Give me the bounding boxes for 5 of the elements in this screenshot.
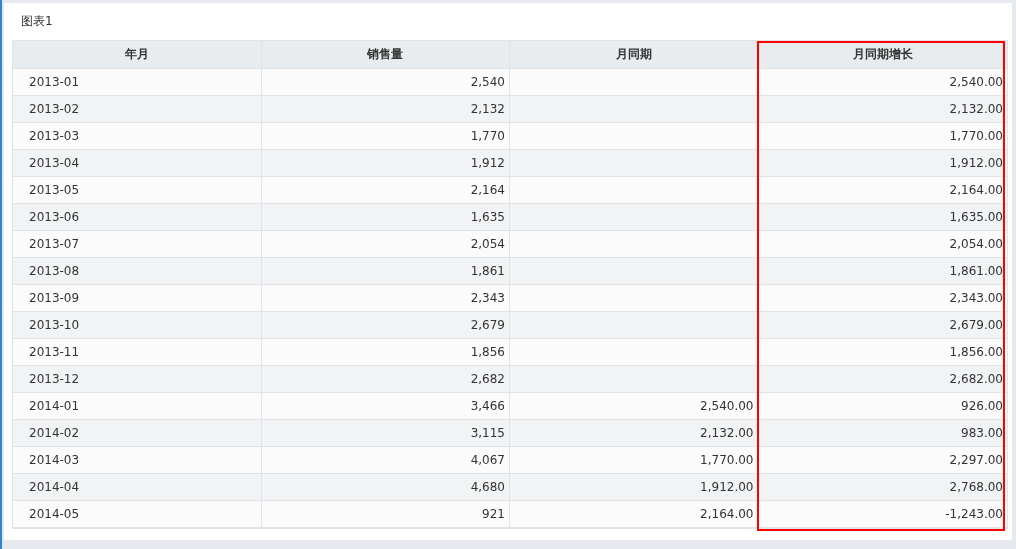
panel-title: 图表1 [21,13,53,30]
table-cell: 2,164.00 [510,501,759,528]
table-cell: 921 [261,501,510,528]
table-cell: -1,243.00 [758,501,1007,528]
table-cell: 2014-05 [13,501,262,528]
